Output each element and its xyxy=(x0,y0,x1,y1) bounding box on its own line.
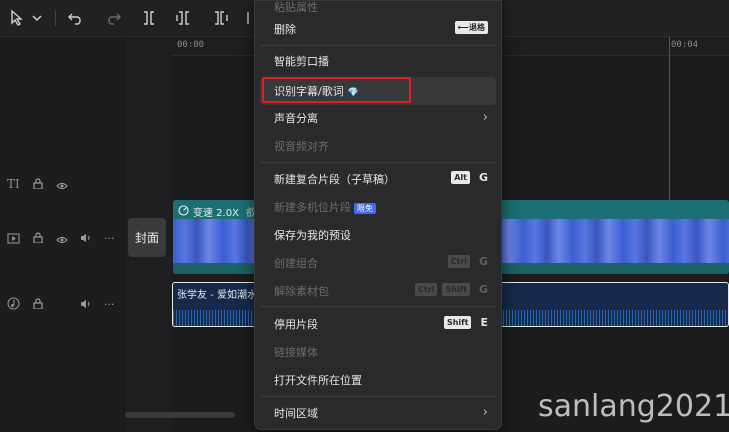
more-icon[interactable]: ··· xyxy=(104,232,115,245)
menu-item-disable-clip[interactable]: 停用片段 Shift E xyxy=(260,310,496,338)
lock-icon[interactable] xyxy=(33,178,43,192)
cover-button[interactable]: 封面 xyxy=(128,218,166,257)
menu-item-delete[interactable]: 删除 ⟵退格 xyxy=(260,15,496,43)
menu-item-av-align[interactable]: 视音频对齐 xyxy=(260,132,496,160)
menu-item-new-multicam-clip[interactable]: 新建多机位片段 限免 xyxy=(260,193,496,221)
menu-divider xyxy=(260,396,496,397)
cursor-arrow-icon[interactable] xyxy=(8,8,26,28)
undo-icon[interactable] xyxy=(66,8,86,28)
chevron-right-icon: › xyxy=(482,110,488,125)
split-left-icon[interactable] xyxy=(175,8,193,28)
menu-item-create-group[interactable]: 创建组合 Ctrl G xyxy=(260,249,496,277)
shortcut-key: G xyxy=(478,171,488,184)
shortcut-ctrl: Ctrl xyxy=(415,283,438,296)
split-icon[interactable] xyxy=(140,8,158,28)
highlight-annotation xyxy=(262,77,411,103)
cover-label: 封面 xyxy=(134,231,159,245)
speed-icon xyxy=(178,204,189,219)
speed-label: 变速 2.0X xyxy=(193,208,239,219)
shortcut-key: G xyxy=(478,283,488,296)
menu-item-save-preset[interactable]: 保存为我的预设 xyxy=(260,221,496,249)
menu-divider xyxy=(260,306,496,307)
volume-icon[interactable] xyxy=(80,233,92,246)
menu-item-time-range[interactable]: 时间区域 › xyxy=(260,399,496,427)
volume-icon[interactable] xyxy=(80,299,92,312)
redo-icon[interactable] xyxy=(103,8,123,28)
menu-item-sound-separation[interactable]: 声音分离 › xyxy=(260,104,496,132)
shortcut-ctrl: Ctrl xyxy=(447,255,470,268)
more-icon[interactable]: ··· xyxy=(104,298,115,311)
context-menu: 粘贴属性 删除 ⟵退格 智能剪口播 识别字幕/歌词 💎 声音分离 › 视音频对齐 … xyxy=(254,0,502,430)
shortcut-key: E xyxy=(480,316,488,329)
toolbar-divider xyxy=(55,11,56,26)
menu-item-new-compound-clip[interactable]: 新建复合片段（子草稿） Alt G xyxy=(260,165,496,193)
menu-item-ungroup-package[interactable]: 解除素材包 Ctrl Shift G xyxy=(260,277,496,305)
menu-divider xyxy=(260,45,496,46)
shortcut-shift: Shift xyxy=(443,316,472,329)
split-right-icon[interactable] xyxy=(211,8,229,28)
ruler-tick: 00:04 xyxy=(671,40,699,50)
eye-icon[interactable] xyxy=(56,180,68,193)
delete-icon[interactable] xyxy=(246,8,254,28)
playhead[interactable] xyxy=(669,37,670,201)
shortcut-shift: Shift xyxy=(442,283,470,296)
horizontal-scrollbar[interactable] xyxy=(125,412,235,418)
menu-item-smart-cut[interactable]: 智能剪口播 xyxy=(260,47,496,75)
lock-icon[interactable] xyxy=(33,298,43,312)
menu-divider xyxy=(260,162,496,163)
free-badge: 限免 xyxy=(354,202,376,214)
audio-clip-title: 张学友 - 爱如潮水 xyxy=(177,290,257,301)
menu-item-link-media[interactable]: 链接媒体 xyxy=(260,338,496,366)
menu-item-open-file-location[interactable]: 打开文件所在位置 xyxy=(260,366,496,394)
shortcut-alt: Alt xyxy=(451,171,470,184)
shortcut-backspace: ⟵退格 xyxy=(454,21,488,34)
chevron-right-icon: › xyxy=(482,405,488,420)
svg-text:TI: TI xyxy=(7,177,20,189)
text-track-icon: TI xyxy=(7,177,22,192)
lock-icon[interactable] xyxy=(33,232,43,246)
chevron-down-icon[interactable] xyxy=(30,8,44,28)
speed-tag: 变速 2.0X 叡 xyxy=(178,204,256,219)
video-track-icon xyxy=(7,233,20,247)
ruler-tick: 00:00 xyxy=(177,40,205,50)
audio-track-icon xyxy=(7,297,20,313)
watermark-text: sanlang2021 xyxy=(538,389,729,424)
shortcut-key: G xyxy=(478,255,488,268)
eye-icon[interactable] xyxy=(56,234,68,247)
